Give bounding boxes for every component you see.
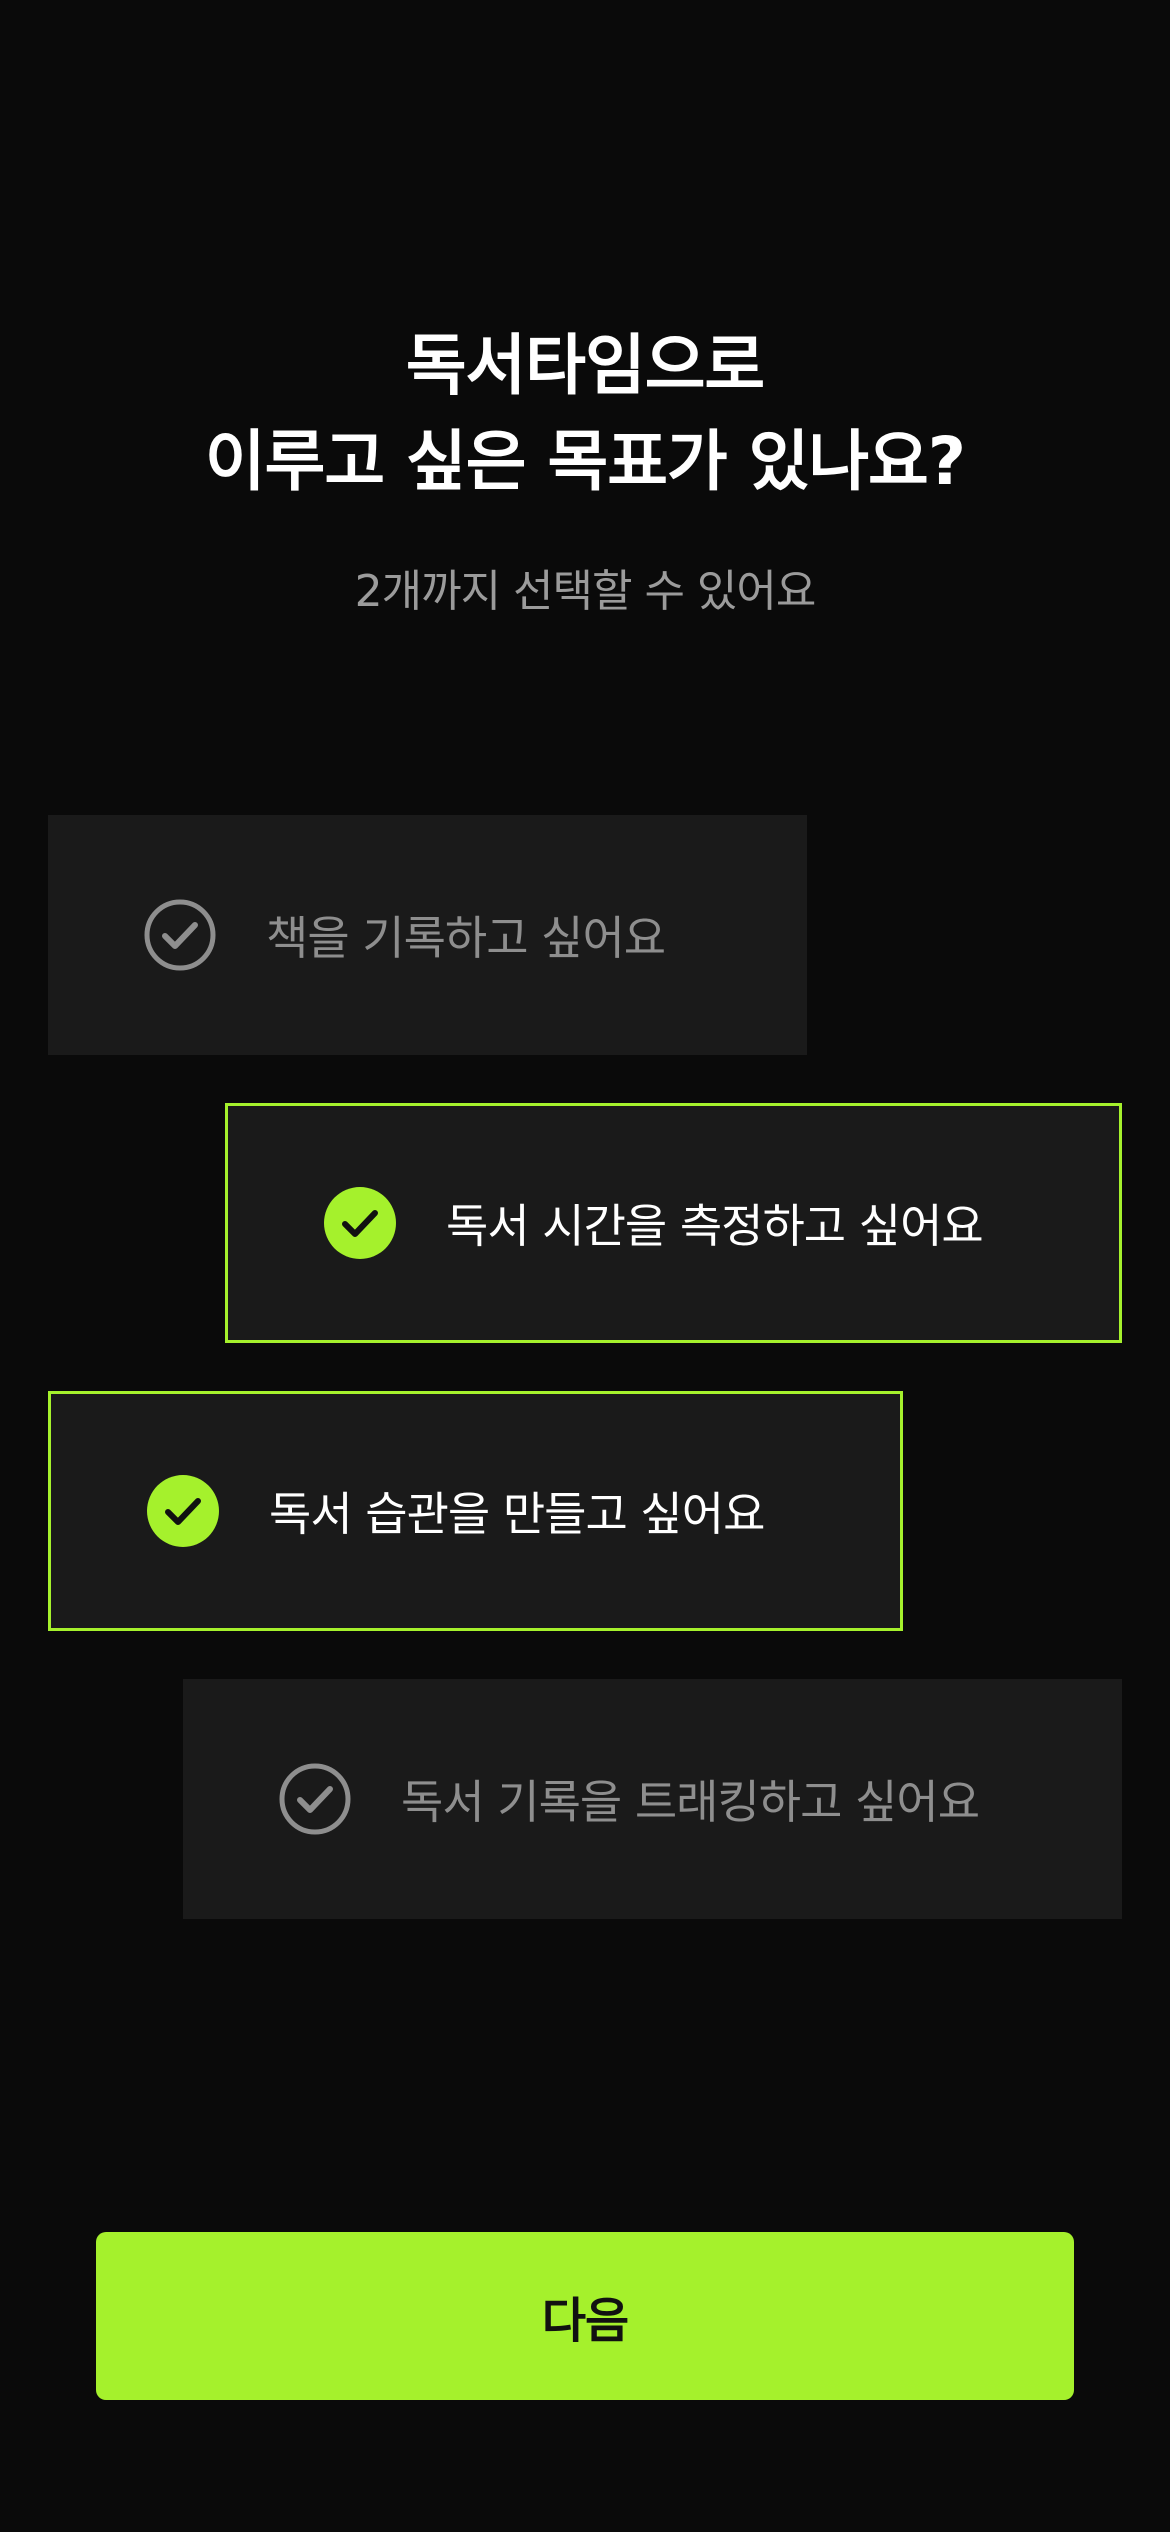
- next-button[interactable]: 다음: [96, 2232, 1074, 2400]
- page-title-line-2: 이루고 싶은 목표가 있나요?: [204, 423, 966, 500]
- goal-option-measure-time[interactable]: 독서 시간을 측정하고 싶어요: [225, 1103, 1122, 1343]
- page-title-line-1: 독서타임으로: [405, 327, 765, 404]
- page-subtitle: 2개까지 선택할 수 있어요: [354, 566, 817, 617]
- goal-option-build-habit[interactable]: 독서 습관을 만들고 싶어요: [48, 1391, 903, 1631]
- check-circle-filled-icon: [324, 1187, 396, 1259]
- check-circle-outline-icon: [144, 899, 216, 971]
- goal-option-label: 독서 습관을 만들고 싶어요: [269, 1487, 765, 1541]
- check-circle-filled-icon: [147, 1475, 219, 1547]
- goal-option-label: 독서 기록을 트래킹하고 싶어요: [401, 1775, 980, 1829]
- goal-option-label: 책을 기록하고 싶어요: [266, 911, 666, 965]
- goal-option-record-books[interactable]: 책을 기록하고 싶어요: [48, 815, 807, 1055]
- goal-option-label: 독서 시간을 측정하고 싶어요: [446, 1199, 984, 1253]
- check-circle-outline-icon: [279, 1763, 351, 1835]
- page-title: 독서타임으로 이루고 싶은 목표가 있나요?: [0, 318, 1170, 510]
- goal-option-track-records[interactable]: 독서 기록을 트래킹하고 싶어요: [183, 1679, 1122, 1919]
